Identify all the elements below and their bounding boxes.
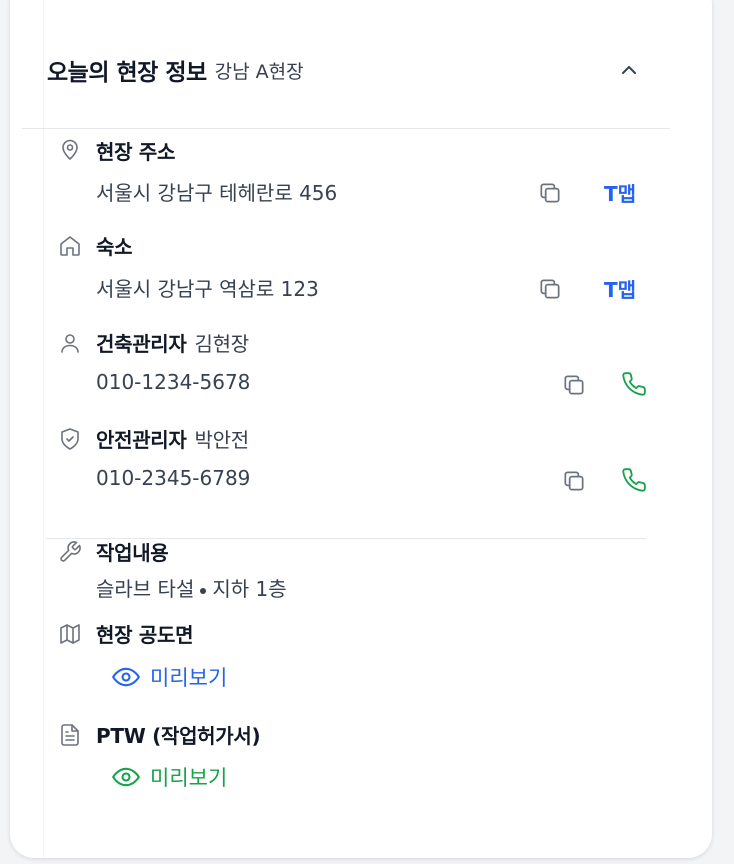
map-pin-icon (62, 139, 78, 160)
wrench-icon (60, 541, 81, 562)
address-value: 서울시 강남구 테헤란로 456 (96, 181, 338, 205)
eye-icon (112, 667, 140, 687)
document-icon (61, 724, 79, 746)
address-tmap-button[interactable]: T맵 (604, 178, 636, 207)
safety-manager-label: 안전관리자 박안전 (96, 424, 249, 453)
user-icon (61, 334, 79, 353)
card-title: 오늘의 현장 정보 (47, 60, 207, 86)
construction-manager-label: 건축관리자 김현장 (96, 328, 249, 357)
shield-check-icon (61, 428, 79, 450)
drawing-preview-label: 미리보기 (150, 666, 228, 690)
card-header[interactable]: 오늘의 현장 정보 강남 A현장 (47, 52, 639, 88)
drawing-preview-button[interactable]: 미리보기 (112, 662, 227, 692)
work-value: 슬라브 타설 지하 1층 (96, 573, 287, 602)
eye-icon (112, 767, 140, 787)
work-task: 슬라브 타설 (96, 577, 195, 601)
phone-icon[interactable] (621, 467, 647, 493)
header-divider (22, 128, 670, 129)
work-location: 지하 1층 (212, 577, 287, 601)
safety-manager-phone: 010-2345-6789 (96, 466, 251, 490)
map-icon (60, 624, 80, 644)
ptw-label: PTW (작업허가서) (96, 724, 261, 748)
ptw-preview-button[interactable]: 미리보기 (112, 762, 227, 792)
safety-manager-title: 안전관리자 (96, 428, 187, 452)
construction-manager-name: 김현장 (194, 332, 250, 356)
home-icon (60, 236, 80, 256)
work-label: 작업내용 (96, 541, 169, 565)
copy-icon[interactable] (561, 372, 587, 398)
copy-icon[interactable] (537, 180, 563, 206)
address-label: 현장 주소 (96, 140, 176, 164)
separator-dot (200, 587, 207, 594)
copy-icon[interactable] (537, 276, 563, 302)
construction-manager-title: 건축관리자 (96, 332, 187, 356)
copy-icon[interactable] (561, 468, 587, 494)
construction-manager-phone: 010-1234-5678 (96, 370, 251, 394)
ptw-preview-label: 미리보기 (150, 766, 228, 790)
phone-icon[interactable] (621, 371, 647, 397)
drawing-label: 현장 공도면 (96, 623, 194, 647)
safety-manager-name: 박안전 (194, 428, 250, 452)
lodging-value: 서울시 강남구 역삼로 123 (96, 277, 319, 301)
site-name: 강남 A현장 (214, 60, 304, 83)
lodging-tmap-button[interactable]: T맵 (604, 274, 636, 303)
lodging-label: 숙소 (96, 235, 133, 259)
chevron-up-icon[interactable] (617, 58, 641, 82)
